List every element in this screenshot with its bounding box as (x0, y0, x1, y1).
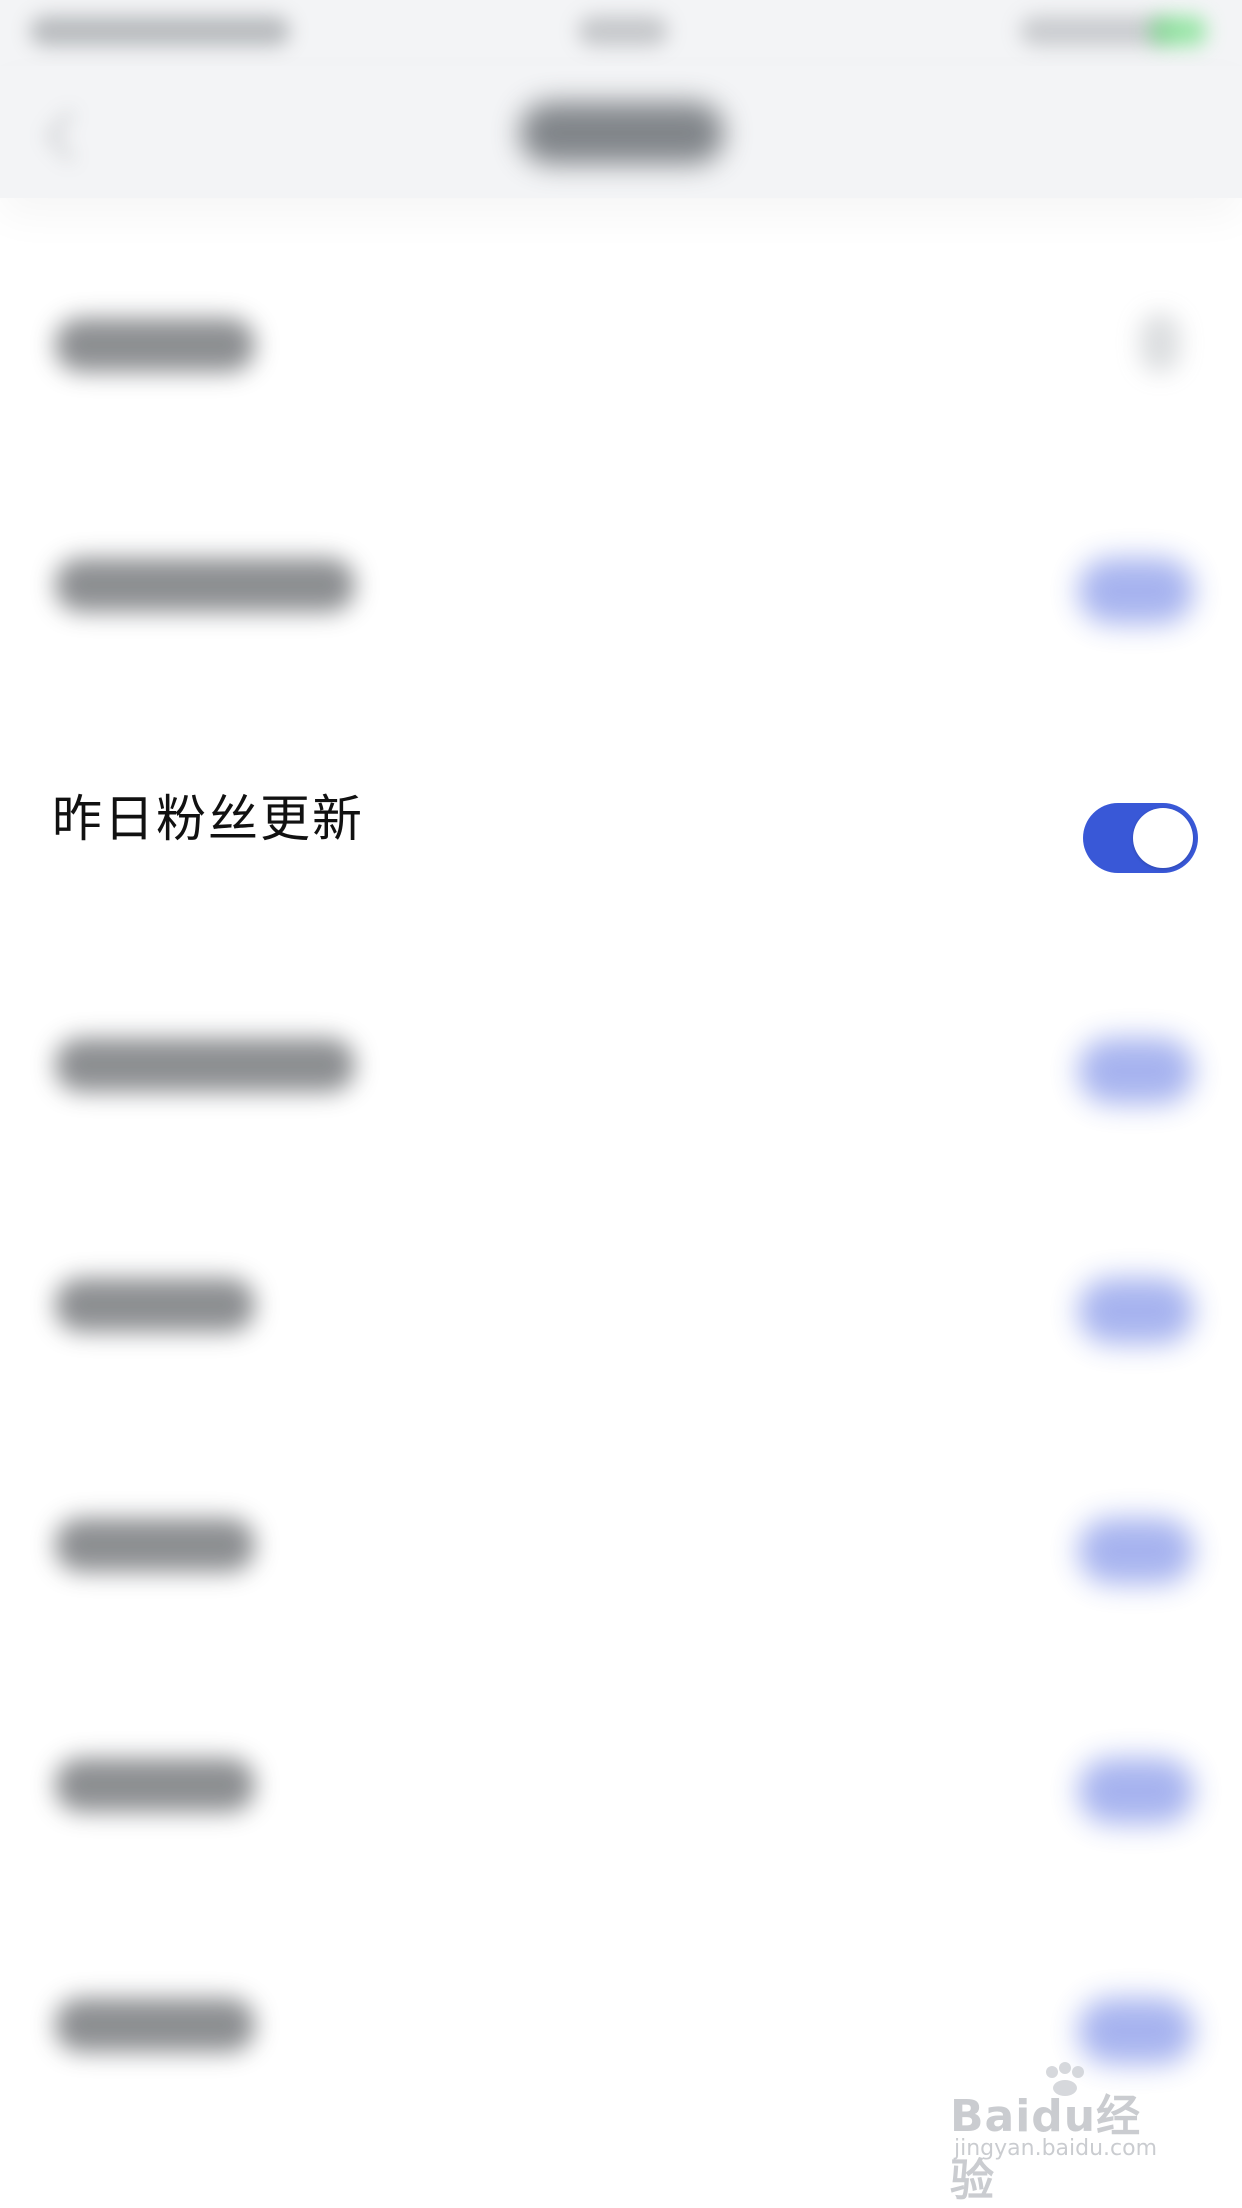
toggle-switch[interactable] (1078, 1518, 1194, 1584)
setting-label: 昨日粉丝更新 (52, 790, 364, 848)
setting-row[interactable] (0, 1268, 1242, 1468)
setting-row-label (55, 1278, 255, 1332)
setting-row[interactable] (0, 1028, 1242, 1228)
setting-row-label (55, 1518, 255, 1572)
back-arrow-icon[interactable] (40, 106, 80, 166)
status-bar-carrier (30, 16, 290, 46)
setting-row[interactable] (0, 548, 1242, 748)
toggle-switch[interactable] (1083, 803, 1198, 873)
setting-row-label (55, 558, 355, 612)
toggle-switch[interactable] (1078, 1038, 1194, 1104)
watermark-url: jingyan.baidu.com (954, 2136, 1158, 2161)
setting-row-yesterday-fans-update[interactable]: 昨日粉丝更新 (0, 740, 1242, 920)
setting-row-label (55, 1998, 255, 2052)
setting-row[interactable] (0, 1508, 1242, 1708)
page-title (520, 102, 724, 164)
setting-row-label (55, 318, 255, 372)
status-bar-time (578, 16, 668, 46)
toggle-switch[interactable] (1078, 1758, 1194, 1824)
status-bar-indicators (1020, 16, 1170, 46)
setting-row-label (55, 1758, 255, 1812)
toggle-switch[interactable] (1078, 1998, 1194, 2064)
toggle-knob[interactable] (1133, 808, 1193, 868)
baidu-jingyan-watermark: Baidu经验 jingyan.baidu.com (950, 2062, 1180, 2206)
battery-icon (1150, 16, 1206, 46)
setting-row-label (55, 1038, 355, 1092)
toggle-switch[interactable] (1078, 1278, 1194, 1344)
nav-bar (0, 66, 1242, 198)
status-bar (0, 0, 1242, 66)
chevron-right-icon (1140, 313, 1180, 373)
toggle-switch[interactable] (1078, 558, 1194, 624)
setting-row[interactable] (0, 1748, 1242, 1948)
setting-row[interactable] (0, 308, 1242, 508)
